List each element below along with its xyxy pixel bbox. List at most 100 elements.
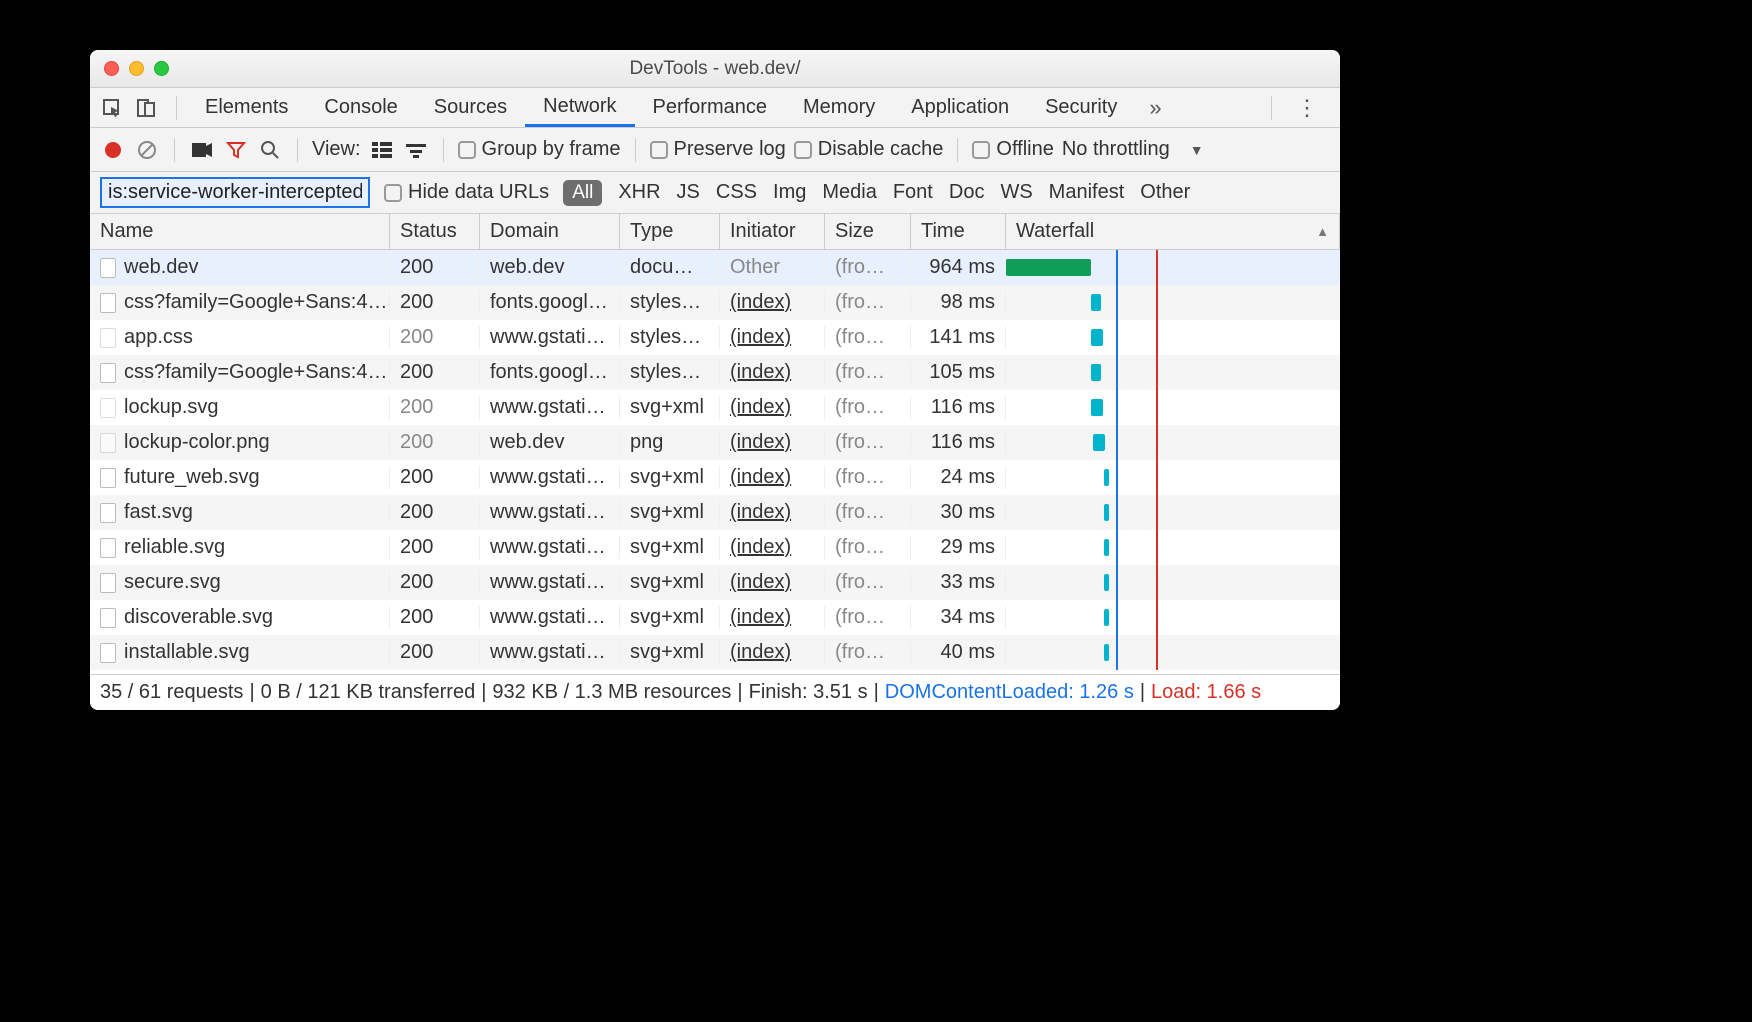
filter-type-img[interactable]: Img [773,181,806,204]
filter-type-other[interactable]: Other [1140,181,1190,204]
request-time: 964 ms [911,256,1006,279]
tab-console[interactable]: Console [306,88,415,127]
request-initiator[interactable]: (index) [730,606,791,628]
filter-bar: Hide data URLs All XHR JS CSS Img Media Font Do… [90,172,1340,214]
table-row[interactable]: web.dev200web.devdocu…Other(from …964 ms [90,250,1340,285]
group-by-frame-checkbox[interactable]: Group by frame [458,138,621,161]
minimize-icon[interactable] [129,61,144,76]
window-controls [104,61,169,76]
request-initiator[interactable]: (index) [730,326,791,348]
request-time: 141 ms [911,326,1006,349]
kebab-menu-icon[interactable]: ⋮ [1282,95,1332,121]
filter-type-font[interactable]: Font [893,181,933,204]
filter-type-js[interactable]: JS [677,181,700,204]
request-initiator[interactable]: (index) [730,536,791,558]
table-row[interactable]: secure.svg200www.gstati…svg+xml(index)(f… [90,565,1340,600]
request-name: secure.svg [124,571,221,594]
filter-type-all[interactable]: All [563,180,602,206]
col-waterfall[interactable]: Waterfall [1006,214,1340,249]
tab-sources[interactable]: Sources [416,88,525,127]
request-waterfall [1006,600,1340,635]
request-initiator[interactable]: (index) [730,431,791,453]
request-type: svg+xml [620,536,720,559]
request-waterfall [1006,530,1340,565]
filter-icon[interactable] [223,137,249,163]
filter-type-doc[interactable]: Doc [949,181,985,204]
table-row[interactable]: css?family=Google+Sans:4…200fonts.googl…… [90,355,1340,390]
overview-icon[interactable] [403,137,429,163]
request-domain: www.gstati… [480,466,620,489]
col-size[interactable]: Size [825,214,911,249]
col-name[interactable]: Name [90,214,390,249]
file-icon [100,608,116,628]
file-icon [100,643,116,663]
camera-icon[interactable] [189,137,215,163]
request-status: 200 [390,536,480,559]
request-name: css?family=Google+Sans:4… [124,361,387,384]
filter-type-xhr[interactable]: XHR [618,181,660,204]
disable-cache-checkbox[interactable]: Disable cache [794,138,944,161]
separator [176,96,177,120]
table-row[interactable]: reliable.svg200www.gstati…svg+xml(index)… [90,530,1340,565]
request-size: (from … [825,431,911,454]
table-row[interactable]: lockup-color.png200web.devpng(index)(fro… [90,425,1340,460]
request-status: 200 [390,326,480,349]
request-initiator[interactable]: (index) [730,466,791,488]
tab-elements[interactable]: Elements [187,88,306,127]
tab-security[interactable]: Security [1027,88,1135,127]
panel-tabs: ElementsConsoleSourcesNetworkPerformance… [90,88,1340,128]
col-status[interactable]: Status [390,214,480,249]
request-type: docu… [620,256,720,279]
table-row[interactable]: fast.svg200www.gstati…svg+xml(index)(fro… [90,495,1340,530]
filter-type-css[interactable]: CSS [716,181,757,204]
table-row[interactable]: app.css200www.gstati…styles…(index)(from… [90,320,1340,355]
request-domain: web.dev [480,431,620,454]
throttling-select[interactable]: No throttling▼ [1062,138,1204,161]
request-time: 33 ms [911,571,1006,594]
request-time: 105 ms [911,361,1006,384]
table-row[interactable]: lockup.svg200www.gstati…svg+xml(index)(f… [90,390,1340,425]
col-type[interactable]: Type [620,214,720,249]
record-button[interactable] [100,137,126,163]
more-tabs-icon[interactable]: » [1135,95,1175,121]
table-row[interactable]: installable.svg200www.gstati…svg+xml(ind… [90,635,1340,670]
search-icon[interactable] [257,137,283,163]
maximize-icon[interactable] [154,61,169,76]
hide-data-urls-checkbox[interactable]: Hide data URLs [384,181,549,204]
file-icon [100,258,116,278]
col-domain[interactable]: Domain [480,214,620,249]
request-initiator[interactable]: (index) [730,571,791,593]
col-initiator[interactable]: Initiator [720,214,825,249]
tab-memory[interactable]: Memory [785,88,893,127]
tab-application[interactable]: Application [893,88,1027,127]
filter-type-media[interactable]: Media [822,181,876,204]
status-finish: Finish: 3.51 s [749,681,868,704]
inspect-icon[interactable] [98,94,126,122]
tab-network[interactable]: Network [525,88,634,127]
offline-checkbox[interactable]: Offline [972,138,1053,161]
device-icon[interactable] [132,94,160,122]
large-rows-icon[interactable] [369,137,395,163]
request-name: installable.svg [124,641,250,664]
filter-type-ws[interactable]: WS [1000,181,1032,204]
close-icon[interactable] [104,61,119,76]
clear-icon[interactable] [134,137,160,163]
preserve-log-checkbox[interactable]: Preserve log [650,138,786,161]
request-time: 116 ms [911,431,1006,454]
request-initiator[interactable]: (index) [730,361,791,383]
table-row[interactable]: future_web.svg200www.gstati…svg+xml(inde… [90,460,1340,495]
request-status: 200 [390,466,480,489]
file-icon [100,293,116,313]
col-time[interactable]: Time [911,214,1006,249]
file-icon [100,328,116,348]
request-initiator[interactable]: (index) [730,641,791,663]
filter-type-manifest[interactable]: Manifest [1049,181,1125,204]
table-row[interactable]: css?family=Google+Sans:4…200fonts.googl…… [90,285,1340,320]
request-initiator[interactable]: (index) [730,396,791,418]
request-initiator[interactable]: (index) [730,291,791,313]
filter-input[interactable] [100,177,370,208]
table-row[interactable]: discoverable.svg200www.gstati…svg+xml(in… [90,600,1340,635]
request-waterfall [1006,320,1340,355]
request-initiator[interactable]: (index) [730,501,791,523]
tab-performance[interactable]: Performance [635,88,786,127]
